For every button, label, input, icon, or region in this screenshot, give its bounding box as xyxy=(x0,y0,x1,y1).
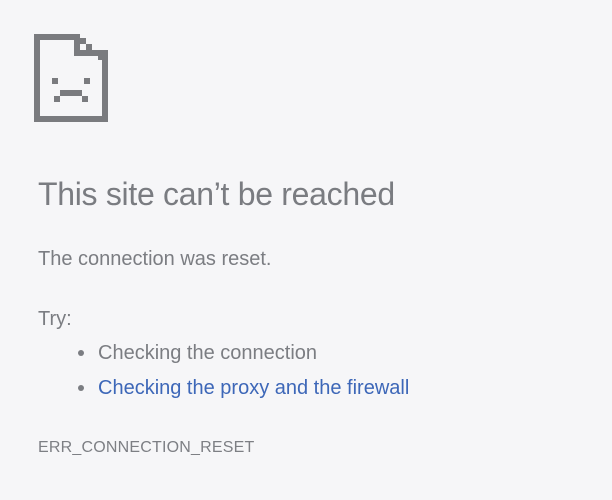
suggestion-check-connection: Checking the connection xyxy=(73,340,409,375)
suggestion-check-connection-text: Checking the connection xyxy=(98,342,318,364)
error-title: This site can’t be reached xyxy=(38,176,395,212)
suggestions-list: Checking the connection Checking the pro… xyxy=(73,340,409,410)
bullet-dot xyxy=(78,385,84,391)
error-code: ERR_CONNECTION_RESET xyxy=(38,439,255,456)
sad-page-icon xyxy=(34,34,108,122)
bullet-dot xyxy=(78,350,84,356)
suggestion-check-proxy-firewall: Checking the proxy and the firewall xyxy=(73,375,409,410)
check-proxy-firewall-link[interactable]: Checking the proxy and the firewall xyxy=(98,377,409,399)
try-label: Try: xyxy=(38,308,72,330)
error-message: The connection was reset. xyxy=(38,248,272,270)
error-page: This site can’t be reached The connectio… xyxy=(0,0,612,500)
